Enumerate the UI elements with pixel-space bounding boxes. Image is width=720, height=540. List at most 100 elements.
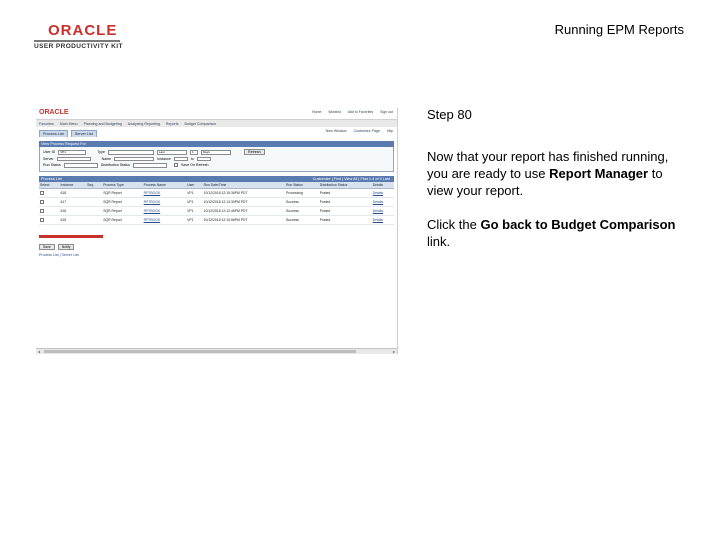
cell-process-name[interactable]: RPTBOOK xyxy=(142,197,187,207)
type-label: Type xyxy=(97,150,105,155)
report-manager-term: Report Manager xyxy=(549,166,649,181)
go-back-to-budget-comparison-link[interactable] xyxy=(39,235,103,238)
instance-to-field[interactable] xyxy=(196,156,211,161)
logo-product: USER PRODUCTIVITY KIT xyxy=(34,43,123,50)
server-select[interactable] xyxy=(56,156,91,161)
scrollbar-thumb[interactable] xyxy=(44,350,356,353)
last-value-field[interactable]: 1 xyxy=(189,150,198,155)
cell-process-name[interactable]: RPTBOOK xyxy=(142,188,187,198)
col-seq[interactable]: Seq. xyxy=(86,181,103,189)
ps-action-buttons: Save Notify xyxy=(39,244,397,250)
cell-details-link[interactable]: Details xyxy=(371,197,394,207)
cell-instance: 618 xyxy=(59,188,87,198)
logo-brand: ORACLE xyxy=(48,22,118,39)
cell-process-type: SQR Report xyxy=(102,197,143,207)
instance-from-field[interactable] xyxy=(173,156,188,161)
ps-menu-item[interactable]: Planning and Budgeting xyxy=(84,122,122,126)
cell-run-datetime: 10/12/2018 12:13:30PM PDT xyxy=(202,197,286,207)
col-details: Details xyxy=(371,181,394,189)
http-link[interactable]: http xyxy=(387,129,393,133)
cell-instance: 617 xyxy=(59,197,87,207)
process-list-grid: Process List Customize | Find | View All… xyxy=(39,175,394,225)
new-window-link[interactable]: New Window xyxy=(326,129,347,133)
col-distribution-status[interactable]: Distribution Status xyxy=(318,181,372,189)
cell-run-status: Success xyxy=(285,215,319,225)
row-select-checkbox[interactable] xyxy=(39,215,60,225)
col-process-type[interactable]: Process Type xyxy=(102,181,143,189)
instruction-paragraph-2: Click the Go back to Budget Comparison l… xyxy=(427,216,687,250)
table-row: 617 SQR Report RPTBOOK VP1 10/12/2018 12… xyxy=(39,197,394,207)
user-id-label: User ID xyxy=(43,150,56,155)
ps-menu-item[interactable]: Analyzing Reporting xyxy=(128,122,160,126)
scroll-left-icon[interactable]: ◂ xyxy=(36,349,42,354)
row-select-checkbox[interactable] xyxy=(39,188,60,198)
process-request-filter: View Process Request For User ID VP1 Typ… xyxy=(39,141,394,172)
user-id-field[interactable]: VP1 xyxy=(58,150,87,155)
col-user[interactable]: User xyxy=(186,181,203,189)
cell-process-name[interactable]: RPTBOOK xyxy=(142,206,187,216)
horizontal-scrollbar[interactable]: ◂ ▸ xyxy=(36,348,397,354)
type-select[interactable] xyxy=(107,150,154,155)
cell-seq xyxy=(86,188,103,198)
save-button[interactable]: Save xyxy=(39,244,55,250)
run-status-label: Run Status xyxy=(43,163,61,168)
refresh-button[interactable]: Refresh xyxy=(243,149,265,156)
ps-link-signout[interactable]: Sign out xyxy=(380,110,393,114)
ps-page-links: New Window Customize Page http xyxy=(320,129,393,133)
ps-menu-item[interactable]: Main Menu xyxy=(60,122,78,126)
cell-run-datetime: 10/12/2018 12:15:36PM PDT xyxy=(202,188,286,198)
col-run-datetime[interactable]: Run Date/Time xyxy=(202,181,286,189)
cell-run-datetime: 10/12/2018 12:10:56PM PDT xyxy=(202,215,286,225)
cell-process-type: SQR Report xyxy=(102,215,143,225)
save-on-refresh-checkbox[interactable] xyxy=(173,163,178,168)
days-select[interactable]: Days xyxy=(200,150,231,155)
para2-suffix: link. xyxy=(427,234,451,249)
cell-seq xyxy=(86,206,103,216)
ps-link-favorites[interactable]: Add to Favorites xyxy=(348,110,373,114)
cell-user: VP1 xyxy=(186,206,203,216)
cell-process-type: SQR Report xyxy=(102,206,143,216)
tab-process-list[interactable]: Process List xyxy=(39,130,68,137)
step-number: Step 80 xyxy=(427,107,472,122)
row-select-checkbox[interactable] xyxy=(39,206,60,216)
name-label: Name xyxy=(101,156,112,161)
cell-process-name[interactable]: RPTBOOK xyxy=(142,215,187,225)
col-process-name[interactable]: Process Name xyxy=(142,181,187,189)
instruction-panel: Step 80 Now that your report has finishe… xyxy=(427,106,687,267)
ps-menu-item[interactable]: Budget Comparison xyxy=(185,122,217,126)
col-instance[interactable]: Instance xyxy=(59,181,87,189)
tab-server-list[interactable]: Server List xyxy=(70,130,97,137)
cell-seq xyxy=(86,215,103,225)
scroll-right-icon[interactable]: ▸ xyxy=(391,349,397,354)
ps-menu-item[interactable]: Reports xyxy=(166,122,179,126)
cell-run-status: Processing xyxy=(285,188,319,198)
ps-link-home[interactable]: Home xyxy=(312,110,321,114)
col-run-status[interactable]: Run Status xyxy=(285,181,319,189)
cell-run-status: Success xyxy=(285,206,319,216)
last-select[interactable]: Last xyxy=(156,150,187,155)
cell-details-link[interactable]: Details xyxy=(371,206,394,216)
grid-nav[interactable]: Customize | Find | View All | First 1-4 … xyxy=(313,176,390,182)
customize-page-link[interactable]: Customize Page xyxy=(354,129,380,133)
table-row: 618 SQR Report RPTBOOK VP1 10/12/2018 12… xyxy=(39,188,394,198)
name-field[interactable] xyxy=(114,156,155,161)
dist-status-select[interactable] xyxy=(132,163,167,168)
col-select[interactable]: Select xyxy=(39,181,60,189)
run-status-select[interactable] xyxy=(63,163,98,168)
row-select-checkbox[interactable] xyxy=(39,197,60,207)
cell-details-link[interactable]: Details xyxy=(371,188,394,198)
cell-distribution-status: Posted xyxy=(318,188,372,198)
cell-distribution-status: Posted xyxy=(318,206,372,216)
instruction-paragraph-1: Now that your report has finished runnin… xyxy=(427,148,687,199)
ps-menu-item[interactable]: Favorites xyxy=(39,122,54,126)
ps-link-worklist[interactable]: Worklist xyxy=(328,110,340,114)
oracle-upk-logo: ORACLE USER PRODUCTIVITY KIT xyxy=(34,22,134,50)
notify-button[interactable]: Notify xyxy=(57,244,75,250)
cell-distribution-status: Posted xyxy=(318,197,372,207)
cell-details-link[interactable]: Details xyxy=(371,215,394,225)
ps-breadcrumb-menu: Favorites Main Menu Planning and Budgeti… xyxy=(36,120,397,127)
ps-bottom-links[interactable]: Process List | Server List xyxy=(39,253,397,257)
table-row: 615 SQR Report RPTBOOK VP1 10/12/2018 12… xyxy=(39,215,394,225)
go-back-link-term: Go back to Budget Comparison xyxy=(480,217,676,232)
cell-user: VP1 xyxy=(186,188,203,198)
